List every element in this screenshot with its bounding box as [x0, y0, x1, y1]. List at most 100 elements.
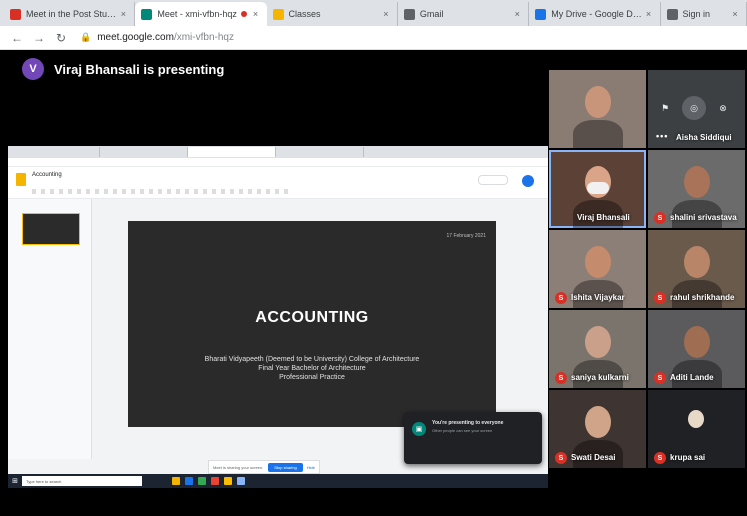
slide-subtitle: Bharati Vidyapeeth (Deemed to be Univers…: [128, 355, 496, 382]
participant-grid: ⚑ ◎ ⊗ ••• Aisha Siddiqui Viraj Bhansali Sshali…: [549, 70, 747, 468]
participant-tile[interactable]: Skrupa sai: [648, 390, 745, 468]
participant-video-face: [585, 246, 611, 278]
close-tab-icon[interactable]: ×: [512, 9, 522, 19]
tab-favicon-icon: [10, 8, 21, 20]
close-tab-icon[interactable]: ×: [381, 9, 391, 19]
participant-tile[interactable]: Srahul shrikhande: [648, 230, 745, 308]
presenter-banner: V Viraj Bhansali is presenting: [22, 58, 224, 80]
slide-date: 17 February 2021: [446, 233, 486, 239]
participant-tile[interactable]: Sshalini srivastava: [648, 150, 745, 228]
participant-tile[interactable]: ⚑ ◎ ⊗ ••• Aisha Siddiqui: [648, 70, 745, 148]
url-field[interactable]: 🔒 meet.google.com/xmi-vfbn-hqz: [80, 32, 234, 43]
tab-favicon-icon: [141, 8, 153, 20]
taskbar-app-icon: [198, 477, 206, 485]
shared-taskbar: ⊞ Type here to search: [8, 474, 548, 488]
close-tab-icon[interactable]: ×: [251, 9, 261, 19]
shared-tab: [188, 147, 276, 157]
toast-title: You're presenting to everyone: [432, 420, 504, 426]
participant-tile[interactable]: [549, 70, 646, 148]
participant-tile[interactable]: S Aditi Lande: [648, 310, 745, 388]
slides-toolbar: [32, 189, 292, 194]
browser-tab[interactable]: Sign in ×: [661, 2, 747, 26]
participant-initial-badge: S: [555, 452, 567, 464]
avatar-image: [688, 410, 704, 428]
tab-title: Classes: [288, 9, 321, 19]
participant-name: saniya kulkarni: [571, 373, 629, 382]
participant-name: shalini srivastava: [670, 213, 737, 222]
taskbar-apps: [172, 477, 245, 485]
browser-tab[interactable]: Meet - xmi-vfbn-hqz ×: [135, 2, 267, 26]
present-screen-icon: ▣: [412, 422, 426, 436]
url-host: meet.google.com: [97, 32, 174, 43]
slides-filmstrip: [8, 199, 92, 459]
participant-initial-badge: S: [654, 372, 666, 384]
slide-title: ACCOUNTING: [255, 309, 369, 326]
close-tab-icon[interactable]: ×: [730, 9, 740, 19]
taskbar-app-icon: [211, 477, 219, 485]
screen: Meet in the Post Studio × Meet - xmi-vfbn-…: [0, 0, 747, 516]
tab-favicon-icon: [666, 8, 678, 20]
participant-video-face: [585, 86, 611, 118]
tab-title: Meet - xmi-vfbn-hqz: [157, 9, 237, 19]
slide: 17 February 2021 ACCOUNTING Bharati Vidy…: [128, 221, 496, 427]
stop-sharing-button: Stop sharing: [268, 462, 303, 472]
participant-tile[interactable]: Ssaniya kulkarni: [549, 310, 646, 388]
browser-tab[interactable]: My Drive - Google Drive ×: [529, 2, 661, 26]
browser-tab[interactable]: Gmail ×: [398, 2, 530, 26]
participant-initial-badge: S: [654, 452, 666, 464]
slides-doc-title: Accounting: [32, 172, 62, 178]
participant-name: Aditi Lande: [670, 373, 714, 382]
browser-tab[interactable]: Meet in the Post Studio ×: [4, 2, 136, 26]
windows-start-icon: ⊞: [12, 478, 18, 485]
back-icon[interactable]: ←: [8, 31, 26, 45]
face-mask: [587, 182, 609, 194]
shared-tab-strip: [8, 146, 548, 158]
slides-icon: [16, 173, 26, 186]
pin-icon[interactable]: ⚑: [658, 101, 672, 115]
recording-indicator-icon: [240, 11, 247, 17]
shared-tab: [12, 147, 100, 157]
presenter-avatar: V: [22, 58, 44, 80]
shared-tab: [100, 147, 188, 157]
close-tab-icon[interactable]: ×: [118, 9, 128, 19]
lock-icon: 🔒: [80, 32, 92, 42]
slides-present-button: [478, 175, 508, 185]
participant-name: Viraj Bhansali: [577, 213, 630, 222]
browser-tab[interactable]: Classes ×: [267, 2, 398, 26]
close-tab-icon[interactable]: ×: [644, 9, 654, 19]
participant-tile[interactable]: S Swati Desai: [549, 390, 646, 468]
participant-tile[interactable]: Viraj Bhansali: [549, 150, 646, 228]
tile-hover-controls: ⚑ ◎ ⊗: [658, 96, 730, 120]
forward-icon[interactable]: →: [30, 31, 48, 45]
slide-subtitle-line: Bharati Vidyapeeth (Deemed to be Univers…: [204, 356, 420, 363]
mic-off-icon[interactable]: ◎: [682, 96, 706, 120]
slides-doc-header: Accounting: [8, 167, 548, 199]
participant-name: Swati Desai: [571, 453, 616, 462]
shared-address-bar: [8, 158, 548, 167]
presenter-text: Viraj Bhansali is presenting: [54, 61, 225, 77]
shared-tab: [276, 147, 364, 157]
participant-name: krupa sai: [670, 453, 706, 462]
remove-icon[interactable]: ⊗: [716, 101, 730, 115]
tab-favicon-icon: [535, 8, 547, 20]
browser-tab-strip: Meet in the Post Studio × Meet - xmi-vfbn-…: [0, 0, 747, 26]
tab-favicon-icon: [272, 8, 284, 20]
tab-title: Gmail: [419, 9, 444, 19]
presenting-toast[interactable]: ▣ You're presenting to everyone Other pe…: [404, 412, 542, 464]
participant-initial-badge: S: [654, 212, 666, 224]
participant-initial-badge: S: [555, 372, 567, 384]
toast-body: Other people can see your screen: [432, 428, 493, 433]
tab-title: My Drive - Google Drive: [551, 9, 644, 19]
participant-tile[interactable]: S Ishita Vijaykar: [549, 230, 646, 308]
participant-name: Ishita Vijaykar: [571, 293, 625, 302]
participant-initial-badge: S: [654, 292, 666, 304]
tab-title: Meet in the Post Studio: [26, 9, 119, 19]
more-options-icon[interactable]: •••: [656, 131, 668, 141]
url-path: /xmi-vfbn-hqz: [173, 32, 234, 43]
reload-icon[interactable]: ↻: [52, 31, 70, 45]
tab-title: Sign in: [682, 9, 711, 19]
participant-video-body: [573, 120, 623, 148]
taskbar-app-icon: [237, 477, 245, 485]
taskbar-app-icon: [185, 477, 193, 485]
slide-subtitle-line: Final Year Bachelor of Architecture: [258, 365, 366, 372]
